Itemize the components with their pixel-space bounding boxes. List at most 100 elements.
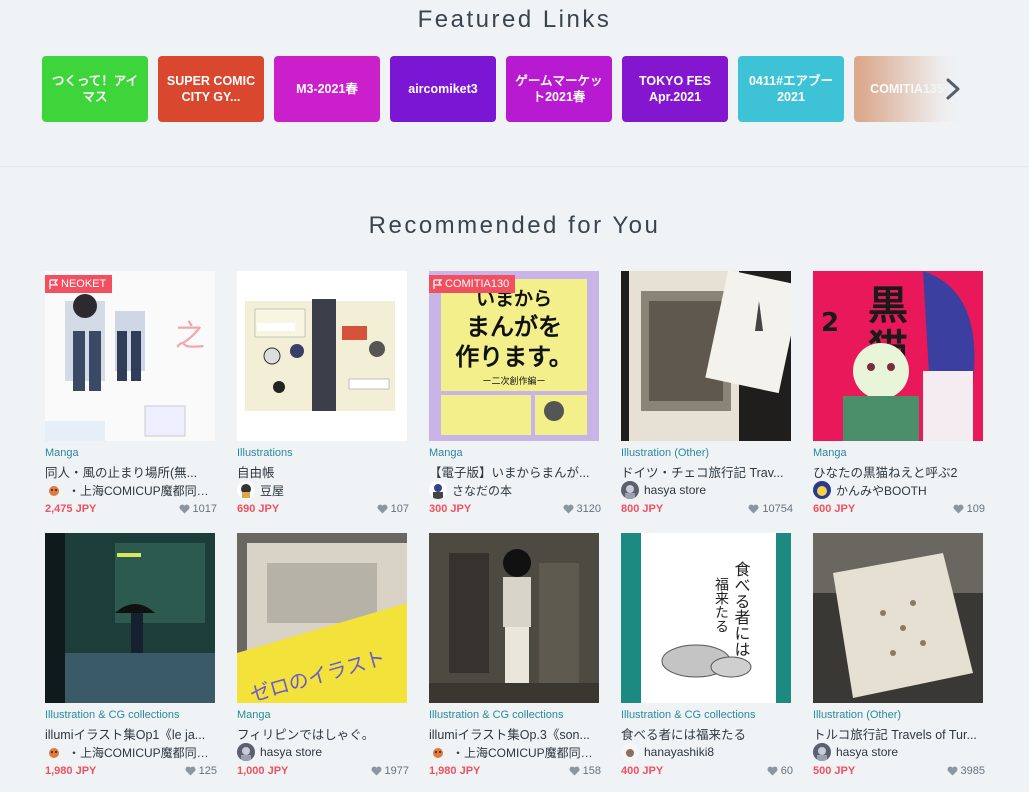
product-thumbnail[interactable] xyxy=(237,271,407,441)
cover-text: ー二次創作編ー xyxy=(482,375,545,387)
product-title[interactable]: 同人・風の止まり場所(無... xyxy=(45,462,215,481)
featured-link-airbooth-2021[interactable]: 0411#エアブー2021 xyxy=(738,56,844,122)
shop-avatar xyxy=(813,743,831,761)
shop-link[interactable]: 豆屋 xyxy=(237,480,407,500)
product-card: 黒 猫 2 Manga ひなたの黒猫ねえと呼ぶ2 かんみやBOOTH 600 J… xyxy=(813,271,985,519)
product-thumbnail[interactable]: いまから まんがを 作ります。 ー二次創作編ー COMITIA130 xyxy=(429,271,599,441)
product-category[interactable]: Illustration (Other) xyxy=(621,447,709,459)
like-button[interactable]: 10754 xyxy=(748,503,793,515)
product-title[interactable]: トルコ旅行記 Travels of Tur... xyxy=(813,724,983,743)
product-title[interactable]: 自由帳 xyxy=(237,462,407,481)
product-category[interactable]: Illustration & CG collections xyxy=(429,709,564,721)
product-thumbnail[interactable]: 黒 猫 2 xyxy=(813,271,983,441)
featured-link-tokyo-fes[interactable]: TOKYO FES Apr.2021 xyxy=(622,56,728,122)
product-category[interactable]: Illustrations xyxy=(237,447,293,459)
product-thumbnail[interactable]: 之 NEOKET xyxy=(45,271,215,441)
product-title[interactable]: ドイツ・チェコ旅行記 Trav... xyxy=(621,462,791,481)
product-thumbnail[interactable] xyxy=(813,533,983,703)
event-badge-label: NEOKET xyxy=(61,278,107,290)
product-category[interactable]: Illustration & CG collections xyxy=(45,709,180,721)
shop-link[interactable]: hasya store xyxy=(237,742,407,762)
product-thumbnail[interactable]: 食べる者には 福来たる xyxy=(621,533,791,703)
flag-icon xyxy=(433,278,442,289)
event-badge: COMITIA130 xyxy=(429,275,516,293)
product-title[interactable]: フィリピンではしゃぐ。 xyxy=(237,724,407,743)
like-count: 107 xyxy=(390,503,409,515)
product-category[interactable]: Illustration (Other) xyxy=(813,709,901,721)
shop-link[interactable]: hanayashiki8 xyxy=(621,742,791,762)
like-button[interactable]: 158 xyxy=(569,765,601,777)
product-title[interactable]: illumiイラスト集Op.3《son... xyxy=(429,724,599,743)
product-category[interactable]: Manga xyxy=(813,447,847,459)
shop-avatar xyxy=(813,481,831,499)
like-count: 109 xyxy=(966,503,985,515)
heart-icon xyxy=(377,504,388,514)
like-count: 3985 xyxy=(960,765,985,777)
like-count: 1977 xyxy=(384,765,409,777)
shop-link[interactable]: hasya store xyxy=(813,742,983,762)
like-button[interactable]: 1017 xyxy=(179,503,217,515)
product-price: 1,980 JPY xyxy=(429,765,481,777)
like-button[interactable]: 3120 xyxy=(563,503,601,515)
featured-link-m3[interactable]: M3-2021春 xyxy=(274,56,380,122)
product-card: Illustration (Other) トルコ旅行記 Travels of T… xyxy=(813,533,985,781)
product-price: 600 JPY xyxy=(813,503,856,515)
product-card: Illustration & CG collections illumiイラスト… xyxy=(429,533,601,781)
heart-icon xyxy=(371,766,382,776)
flag-icon xyxy=(49,278,58,289)
shop-link[interactable]: hasya store xyxy=(621,480,791,500)
product-category[interactable]: Illustration & CG collections xyxy=(621,709,756,721)
shop-link[interactable]: ・上海COMICUP魔都同人... xyxy=(45,480,215,500)
shop-avatar xyxy=(429,743,447,761)
shop-name: ・上海COMICUP魔都同人... xyxy=(452,745,599,760)
like-button[interactable]: 125 xyxy=(185,765,217,777)
cover-text: 黒 xyxy=(868,283,908,329)
heart-icon xyxy=(179,504,190,514)
product-price: 300 JPY xyxy=(429,503,472,515)
heart-icon xyxy=(185,766,196,776)
featured-links-strip: つくって！アイマス SUPER COMIC CITY GY... M3-2021… xyxy=(42,56,960,122)
product-card: Illustration (Other) ドイツ・チェコ旅行記 Trav... … xyxy=(621,271,793,519)
like-button[interactable]: 107 xyxy=(377,503,409,515)
product-title[interactable]: illumiイラスト集Op1《le ja... xyxy=(45,724,215,743)
product-title[interactable]: 【電子版】いまからまんが... xyxy=(429,462,599,481)
product-price: 2,475 JPY xyxy=(45,503,97,515)
like-button[interactable]: 3985 xyxy=(947,765,985,777)
like-count: 125 xyxy=(198,765,217,777)
product-thumbnail[interactable] xyxy=(429,533,599,703)
shop-avatar xyxy=(237,743,255,761)
like-count: 1017 xyxy=(192,503,217,515)
shop-name: hasya store xyxy=(644,483,707,497)
shop-avatar xyxy=(237,481,255,499)
product-thumbnail[interactable]: ゼロのイラスト xyxy=(237,533,407,703)
product-category[interactable]: Manga xyxy=(237,709,271,721)
shop-link[interactable]: ・上海COMICUP魔都同人... xyxy=(45,742,215,762)
product-card: ゼロのイラスト Manga フィリピンではしゃぐ。 hasya store 1,… xyxy=(237,533,409,781)
product-title[interactable]: 食べる者には福来たる xyxy=(621,724,791,743)
featured-link-super-comic-city[interactable]: SUPER COMIC CITY GY... xyxy=(158,56,264,122)
shop-link[interactable]: ・上海COMICUP魔都同人... xyxy=(429,742,599,762)
recommended-title: Recommended for You xyxy=(368,212,661,239)
product-price: 690 JPY xyxy=(237,503,280,515)
featured-link-imas[interactable]: つくって！アイマス xyxy=(42,56,148,122)
product-thumbnail[interactable] xyxy=(45,533,215,703)
featured-link-aircomiket3[interactable]: aircomiket3 xyxy=(390,56,496,122)
product-title[interactable]: ひなたの黒猫ねえと呼ぶ2 xyxy=(813,462,983,481)
like-count: 10754 xyxy=(762,503,793,515)
chevron-right-icon[interactable] xyxy=(942,74,964,104)
shop-link[interactable]: かんみやBOOTH xyxy=(813,480,983,500)
shop-avatar xyxy=(621,481,639,499)
shop-avatar xyxy=(45,481,63,499)
heart-icon xyxy=(569,766,580,776)
product-thumbnail[interactable] xyxy=(621,271,791,441)
like-button[interactable]: 1977 xyxy=(371,765,409,777)
product-category[interactable]: Manga xyxy=(45,447,79,459)
featured-link-game-market[interactable]: ゲームマーケット2021春 xyxy=(506,56,612,122)
like-button[interactable]: 60 xyxy=(767,765,793,777)
like-count: 60 xyxy=(780,765,793,777)
shop-name: ・上海COMICUP魔都同人... xyxy=(68,745,215,760)
heart-icon xyxy=(953,504,964,514)
like-button[interactable]: 109 xyxy=(953,503,985,515)
product-category[interactable]: Manga xyxy=(429,447,463,459)
shop-link[interactable]: さなだの本 xyxy=(429,480,599,500)
